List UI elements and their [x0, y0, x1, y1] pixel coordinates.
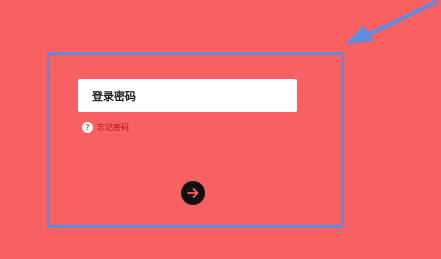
forgot-password-link[interactable]: ? 忘记密码 [82, 122, 129, 133]
next-button[interactable] [181, 181, 205, 205]
annotation-arrow-icon [346, 0, 438, 44]
arrow-right-icon [187, 188, 199, 198]
forgot-password-label: 忘记密码 [97, 123, 129, 132]
password-input[interactable]: 登录密码 [78, 79, 297, 112]
password-placeholder: 登录密码 [92, 89, 136, 103]
question-icon: ? [82, 122, 93, 133]
